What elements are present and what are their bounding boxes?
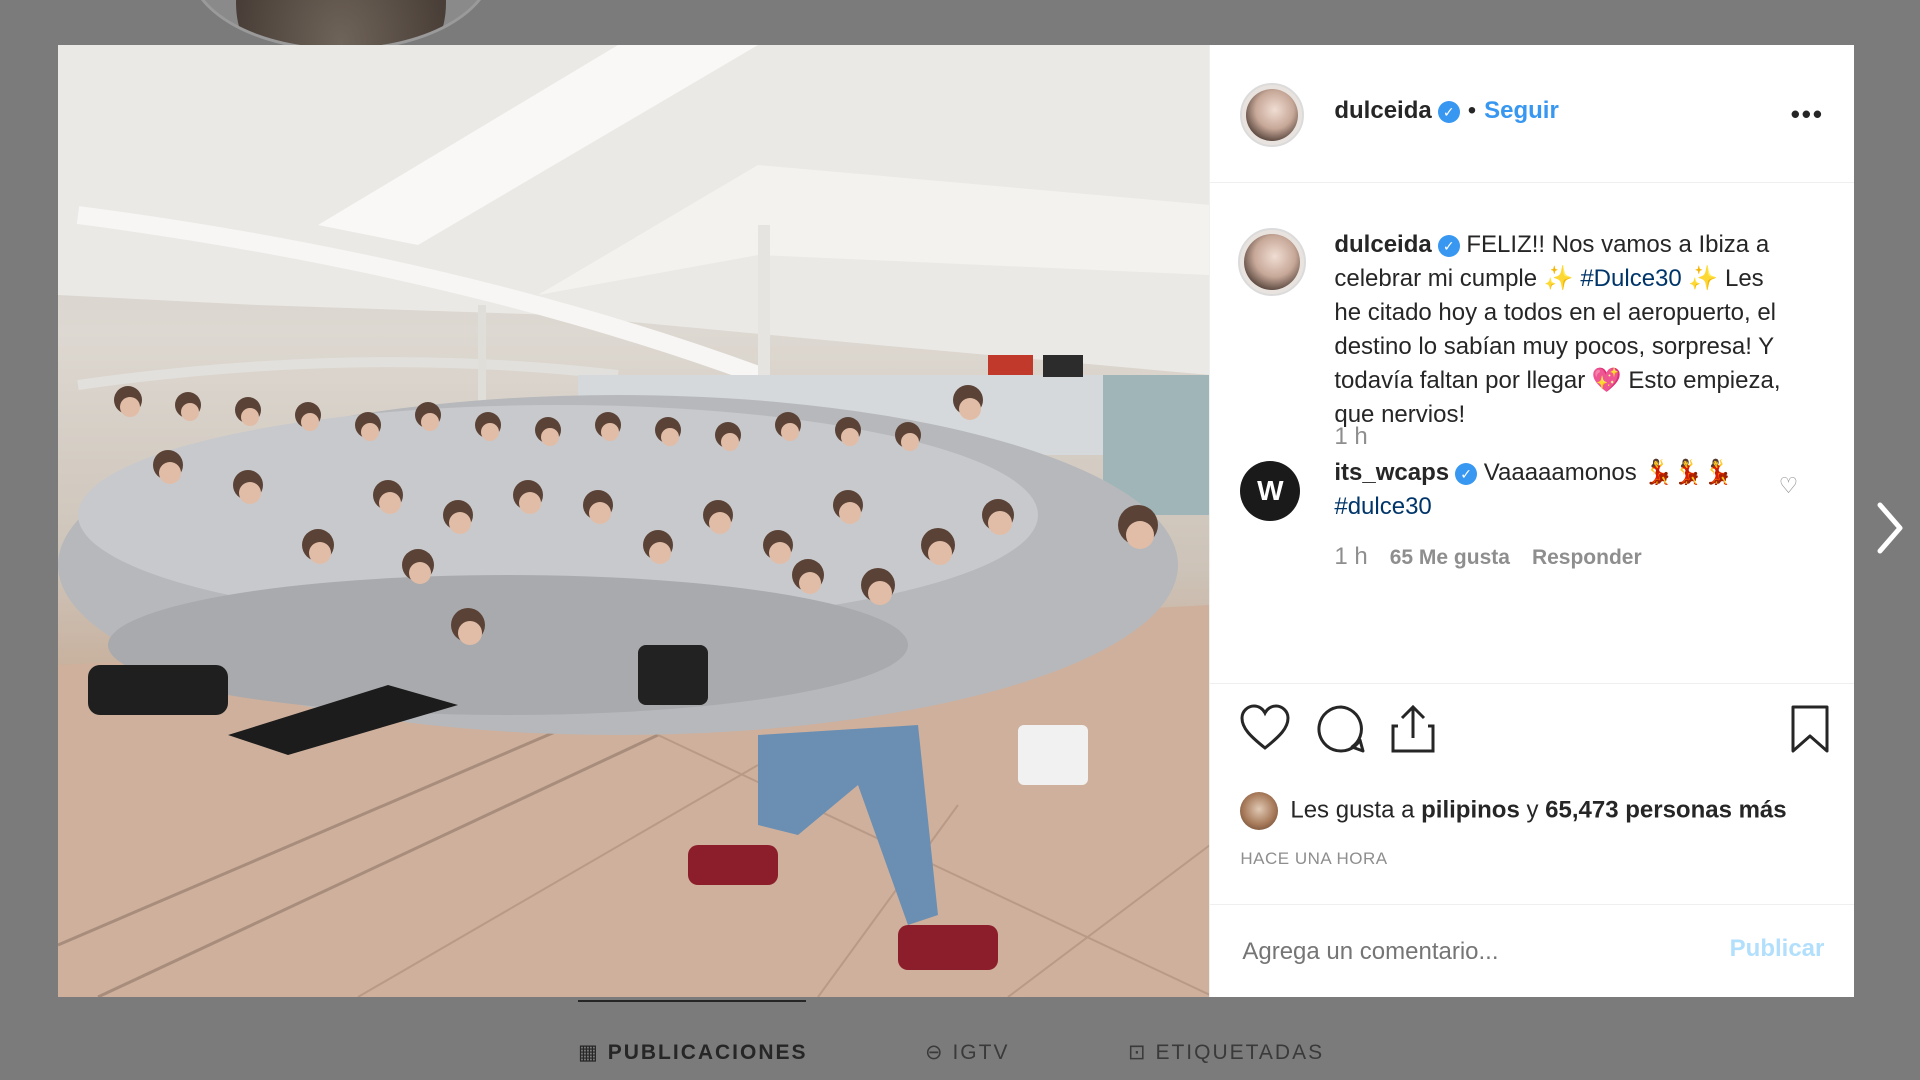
separator-dot: •	[1467, 97, 1477, 124]
likes-count[interactable]: 65,473 personas más	[1545, 796, 1787, 823]
comment-likes[interactable]: 65 Me gusta	[1390, 546, 1510, 569]
liker-avatar[interactable]	[1240, 792, 1279, 830]
tab-publicaciones[interactable]: ▦ PUBLICACIONES	[578, 1040, 808, 1065]
caption-timestamp[interactable]: 1 h	[1334, 423, 1367, 451]
author-username[interactable]: dulceida	[1334, 97, 1431, 124]
airport-group-photo	[58, 45, 1210, 997]
dancer-emoji-icon: 💃💃💃	[1643, 459, 1734, 486]
profile-tabs: ▦ PUBLICACIONES ⊖ IGTV ⊡ ETIQUETADAS	[0, 1000, 1920, 1080]
post-header: dulceida ✓ • Seguir •••	[1210, 45, 1854, 183]
tab-igtv[interactable]: ⊖ IGTV	[925, 1040, 1009, 1065]
likes-prefix: Les gusta a	[1290, 796, 1415, 824]
comment-like-icon[interactable]: ♡	[1779, 473, 1799, 499]
caption-username[interactable]: dulceida	[1334, 231, 1431, 258]
like-heart-icon[interactable]	[1240, 704, 1290, 752]
commenter-username[interactable]: its_wcaps	[1334, 459, 1449, 486]
save-bookmark-icon[interactable]	[1790, 704, 1830, 754]
reply-button[interactable]: Responder	[1532, 546, 1642, 569]
comment-time[interactable]: 1 h	[1334, 543, 1367, 570]
more-options-icon[interactable]: •••	[1791, 99, 1824, 130]
post-side-panel: dulceida ✓ • Seguir ••• dulceida ✓ FELIZ!! N…	[1209, 45, 1855, 997]
comment-input[interactable]	[1240, 937, 1705, 967]
likes-summary: Les gusta a pilipinos y 65,473 personas …	[1240, 792, 1787, 830]
sparkles-icon: ✨	[1688, 265, 1719, 292]
tab-label: PUBLICACIONES	[607, 1041, 808, 1064]
author-avatar[interactable]	[1240, 83, 1305, 147]
wcaps-logo-icon: W	[1257, 475, 1284, 506]
caption-hashtag[interactable]: #Dulce30	[1580, 265, 1681, 292]
verified-badge-icon: ✓	[1437, 100, 1460, 123]
post-time-ago[interactable]: HACE UNA HORA	[1240, 849, 1387, 869]
post-modal: dulceida ✓ • Seguir ••• dulceida ✓ FELIZ!! N…	[58, 45, 1855, 997]
heart-emoji-icon: 💖	[1591, 367, 1622, 394]
sparkles-icon: ✨	[1543, 265, 1574, 292]
liker-username[interactable]: pilipinos	[1421, 796, 1520, 823]
comment-body: its_wcaps ✓ Vaaaaamonos 💃💃💃 #dulce30	[1334, 456, 1754, 524]
comment-text: Vaaaaamonos	[1483, 459, 1637, 486]
tagged-icon: ⊡	[1128, 1041, 1148, 1064]
commenter-avatar[interactable]: W	[1240, 461, 1301, 521]
post-caption: dulceida ✓ FELIZ!! Nos vamos a Ibiza a ce…	[1334, 228, 1794, 432]
tab-label: ETIQUETADAS	[1155, 1041, 1325, 1064]
comment-meta: 1 h 65 Me gusta Responder	[1334, 543, 1641, 571]
comment-bubble-icon[interactable]	[1316, 704, 1366, 754]
publish-button[interactable]: Publicar	[1730, 935, 1825, 963]
follow-button[interactable]: Seguir	[1484, 97, 1559, 124]
next-post-chevron-icon[interactable]	[1875, 500, 1905, 556]
share-icon[interactable]	[1390, 704, 1436, 754]
verified-badge-icon: ✓	[1455, 462, 1478, 485]
likes-middle: y	[1526, 796, 1539, 824]
post-actions: Les gusta a pilipinos y 65,473 personas …	[1210, 683, 1855, 989]
active-tab-indicator	[578, 1000, 806, 1002]
add-comment-bar: Publicar	[1210, 904, 1855, 989]
tab-label: IGTV	[952, 1041, 1010, 1064]
post-photo[interactable]	[58, 45, 1210, 997]
igtv-icon: ⊖	[925, 1041, 945, 1064]
profile-avatar-background	[188, 0, 494, 51]
header-user-line: dulceida ✓ • Seguir	[1334, 97, 1558, 125]
action-icons-row	[1240, 704, 1830, 760]
tab-etiquetadas[interactable]: ⊡ ETIQUETADAS	[1128, 1040, 1324, 1065]
grid-icon: ▦	[578, 1041, 600, 1064]
verified-badge-icon: ✓	[1437, 234, 1460, 257]
comments-list[interactable]: dulceida ✓ FELIZ!! Nos vamos a Ibiza a ce…	[1210, 183, 1854, 683]
caption-author-avatar[interactable]	[1238, 228, 1307, 296]
comment-hashtag[interactable]: #dulce30	[1334, 493, 1431, 520]
